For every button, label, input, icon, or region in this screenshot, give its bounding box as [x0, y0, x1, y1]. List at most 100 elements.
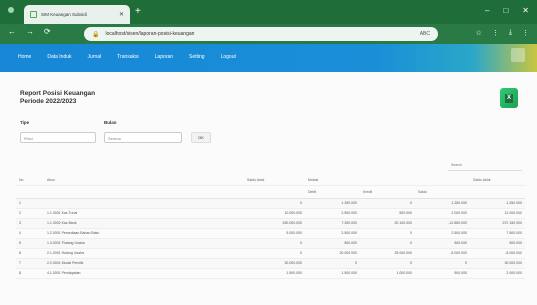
bookmark-icon[interactable]: ☆: [476, 29, 482, 37]
table-cell: -5.000.000: [470, 248, 525, 259]
table-cell: 1.250.000: [305, 198, 360, 209]
table-cell: 0: [360, 258, 415, 269]
subheader-saldo[interactable]: Saldo: [415, 185, 470, 199]
table-subheader-row: Debit Kredit Saldo: [16, 185, 525, 199]
extension-badge[interactable]: ABC: [420, 31, 430, 37]
browser-tab[interactable]: SIM Keuangan Subsidi ✕: [24, 5, 130, 24]
favicon-icon: [30, 11, 37, 18]
col-header-blank-1: [360, 175, 415, 186]
table-header-row: No Akun Saldo Awal Mutasi Saldo Akhir: [16, 175, 525, 186]
subheader-debit[interactable]: Debit: [305, 185, 360, 199]
table-cell: 1.1.0002 Kas Bank: [44, 218, 244, 229]
table-cell: 4.1.0001 Pendapatan: [44, 268, 244, 279]
forward-icon[interactable]: →: [26, 27, 34, 36]
subheader-kredit[interactable]: Kredit: [360, 185, 415, 199]
table-cell: 2.000.000: [470, 268, 525, 279]
table-row: 6 2.1.0001 Hutang Usaha 0 20.000.000 25.000.…: [16, 248, 525, 259]
subheader-blank-2: [44, 185, 244, 199]
nav-item-transaksi[interactable]: Transaksi: [117, 54, 139, 60]
table-cell: 2.2.0001 Modal Pemilik: [44, 258, 244, 269]
col-header-saldo-awal[interactable]: Saldo Awal: [244, 175, 305, 186]
month-filter-select[interactable]: Semua: [104, 132, 182, 143]
table-cell: 12.000.000: [470, 208, 525, 219]
minimize-button[interactable]: –: [485, 6, 489, 15]
maximize-button[interactable]: □: [503, 6, 508, 15]
table-cell: 2.500.000: [415, 228, 470, 239]
nav-item-logout[interactable]: Logout: [221, 54, 236, 60]
new-tab-button[interactable]: +: [135, 7, 141, 17]
nav-item-data-induk[interactable]: Data Induk: [47, 54, 71, 60]
nav-item-setting[interactable]: Setting: [189, 54, 205, 60]
url-text[interactable]: localhost/sisen/laporan-posisi-keuangan: [105, 31, 413, 37]
table-cell: 237.150.000: [470, 218, 525, 229]
user-avatar[interactable]: [511, 48, 525, 62]
nav-item-laporan[interactable]: Laporan: [155, 54, 173, 60]
page-title-line1: Report Posisi Keuangan: [20, 90, 96, 97]
reload-icon[interactable]: ⟳: [44, 27, 51, 36]
table-cell: 0: [360, 198, 415, 209]
table-cell: [44, 198, 244, 209]
table-cell: 500.000: [415, 268, 470, 279]
col-header-saldo-akhir[interactable]: Saldo Akhir: [470, 175, 525, 186]
table-cell: 1.500.000: [244, 268, 305, 279]
col-header-no[interactable]: No: [16, 175, 44, 186]
table-cell: 7.250.000: [305, 218, 360, 229]
table-cell: 2.1.0001 Hutang Usaha: [44, 248, 244, 259]
table-cell: 2: [16, 208, 44, 219]
table-cell: 5.000.000: [244, 228, 305, 239]
table-cell: 10.000.000: [244, 208, 305, 219]
extensions-icon[interactable]: ⋮: [492, 29, 499, 37]
subheader-blank-1: [16, 185, 44, 199]
table-row: 1 0 1.250.000 0 1.250.000 1.250.000: [16, 198, 525, 209]
table-cell: 500.000: [305, 238, 360, 249]
close-window-button[interactable]: ✕: [522, 6, 529, 15]
table-cell: 7: [16, 258, 44, 269]
type-filter-select[interactable]: Rinci: [20, 132, 96, 143]
table-cell: 500.000: [360, 208, 415, 219]
table-cell: 7.500.000: [470, 228, 525, 239]
report-table: No Akun Saldo Awal Mutasi Saldo Akhir De…: [16, 175, 525, 279]
table-cell: 1.500.000: [305, 268, 360, 279]
subheader-blank-4: [470, 185, 525, 199]
main-content: Report Posisi Keuangan Periode 2022/2023…: [0, 72, 537, 305]
table-cell: 0: [244, 248, 305, 259]
tab-close-icon[interactable]: ✕: [119, 11, 124, 18]
browser-menu-kebab-icon[interactable]: ⋮: [522, 29, 529, 37]
excel-icon: X: [505, 93, 513, 103]
table-cell: 30.000.000: [244, 258, 305, 269]
type-filter-label: Tipe: [20, 120, 30, 125]
table-cell: 20.000.000: [305, 248, 360, 259]
table-row: 7 2.2.0001 Modal Pemilik 30.000.000 0 0 0 30.0…: [16, 258, 525, 269]
table-row: 3 1.1.0002 Kas Bank 250.000.000 7.250.000 20…: [16, 218, 525, 229]
table-cell: 0: [360, 228, 415, 239]
address-toolbar: ← → ⟳ 🔒 localhost/sisen/laporan-posisi-k…: [0, 24, 537, 44]
download-icon[interactable]: ⤓: [509, 29, 512, 37]
url-bar[interactable]: 🔒 localhost/sisen/laporan-posisi-keuanga…: [84, 27, 438, 41]
col-header-blank-2: [415, 175, 470, 186]
nav-item-jurnal[interactable]: Jurnal: [88, 54, 102, 60]
table-cell: 1.2.0001 Persediaan Bahan Baku: [44, 228, 244, 239]
table-cell: 500.000: [415, 238, 470, 249]
table-cell: 0: [244, 238, 305, 249]
table-cell: 500.000: [470, 238, 525, 249]
export-excel-button[interactable]: X: [500, 88, 518, 108]
browser-tools: ☆ ⋮ ⤓ ⋮: [476, 29, 529, 37]
table-cell: 20.100.000: [360, 218, 415, 229]
submit-filter-button[interactable]: OK: [191, 132, 211, 143]
browser-menu-icon[interactable]: [8, 7, 14, 13]
table-search-input[interactable]: Search: [448, 162, 522, 171]
table-cell: 25.000.000: [360, 248, 415, 259]
table-cell: 5: [16, 238, 44, 249]
tab-title: SIM Keuangan Subsidi: [41, 12, 87, 17]
table-cell: 4: [16, 228, 44, 239]
browser-tab-strip: SIM Keuangan Subsidi ✕ + – □ ✕: [0, 0, 537, 24]
nav-item-home[interactable]: Home: [18, 54, 31, 60]
table-cell: 3: [16, 218, 44, 229]
window-controls: – □ ✕: [485, 6, 529, 15]
table-cell: 1.1.0001 Kas Tunai: [44, 208, 244, 219]
table-row: 8 4.1.0001 Pendapatan 1.500.000 1.500.000 1.…: [16, 268, 525, 279]
back-icon[interactable]: ←: [8, 27, 16, 36]
col-header-mutasi[interactable]: Mutasi: [305, 175, 360, 186]
col-header-akun[interactable]: Akun: [44, 175, 244, 186]
table-cell: -12.850.000: [415, 218, 470, 229]
